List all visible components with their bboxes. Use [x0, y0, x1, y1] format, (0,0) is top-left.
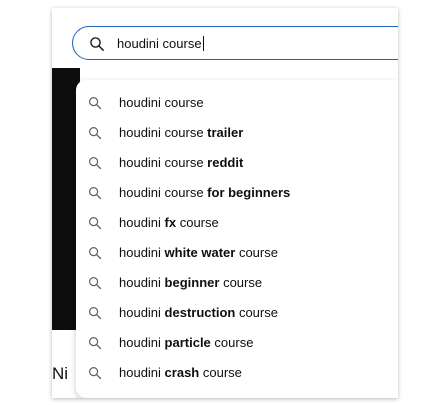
search-icon: [88, 336, 102, 350]
suggestion-segment: houdini: [119, 275, 165, 290]
screenshot-stage: Ni houdini course houdini course houdini …: [0, 0, 432, 405]
suggestion-segment: houdini course: [119, 185, 208, 200]
suggestion-segment: course: [210, 335, 254, 350]
suggestion-item[interactable]: houdini fx course: [76, 208, 398, 238]
text-caret: [202, 36, 204, 51]
suggestion-segment: course: [199, 365, 242, 380]
suggestion-text: houdini course: [119, 88, 204, 118]
suggestion-segment: houdini: [119, 215, 165, 230]
search-icon: [88, 306, 102, 320]
suggestion-highlight: particle: [164, 335, 211, 350]
suggestion-item[interactable]: houdini beginner course: [76, 268, 398, 298]
search-box[interactable]: houdini course: [72, 26, 398, 60]
suggestion-highlight: for beginners: [207, 185, 291, 200]
search-icon: [88, 246, 102, 260]
search-query-text: houdini course: [117, 36, 202, 51]
suggestion-segment: course: [176, 215, 219, 230]
search-input[interactable]: houdini course: [117, 34, 204, 54]
search-icon: [88, 366, 102, 380]
suggestions-dropdown: houdini course houdini course trailer houd…: [76, 80, 398, 398]
suggestion-segment: houdini: [119, 335, 165, 350]
suggestion-segment: course: [219, 275, 263, 290]
suggestion-text: houdini particle course: [119, 328, 253, 358]
suggestion-item[interactable]: houdini course reddit: [76, 148, 398, 178]
suggestion-segment: houdini course: [119, 155, 208, 170]
suggestion-item[interactable]: houdini destruction course: [76, 298, 398, 328]
video-title-partial[interactable]: Ni: [52, 364, 68, 384]
suggestion-highlight: crash: [164, 365, 200, 380]
suggestion-segment: course: [235, 305, 278, 320]
suggestion-highlight: trailer: [207, 125, 244, 140]
search-icon: [88, 126, 102, 140]
suggestion-item[interactable]: houdini course trailer: [76, 118, 398, 148]
suggestion-text: houdini fx course: [119, 208, 219, 238]
search-icon: [88, 276, 102, 290]
suggestion-text: houdini destruction course: [119, 298, 278, 328]
suggestion-segment: course: [235, 245, 278, 260]
browser-viewport: Ni houdini course houdini course houdini …: [52, 8, 398, 398]
suggestion-text: houdini course for beginners: [119, 178, 290, 208]
search-icon: [88, 96, 102, 110]
suggestion-item[interactable]: houdini course: [76, 88, 398, 118]
suggestion-highlight: destruction: [164, 305, 236, 320]
suggestion-text: houdini course reddit: [119, 148, 243, 178]
suggestion-segment: houdini course: [119, 95, 204, 110]
suggestion-highlight: reddit: [207, 155, 244, 170]
search-icon: [88, 156, 102, 170]
suggestion-highlight: white water: [164, 245, 236, 260]
suggestion-text: houdini beginner course: [119, 268, 262, 298]
suggestion-text: houdini crash course: [119, 358, 242, 388]
suggestion-item[interactable]: houdini crash course: [76, 358, 398, 388]
suggestion-segment: houdini: [119, 245, 165, 260]
suggestion-text: houdini white water course: [119, 238, 278, 268]
search-icon: [89, 36, 105, 52]
suggestion-segment: houdini: [119, 305, 165, 320]
search-icon: [88, 216, 102, 230]
suggestion-highlight: fx: [164, 215, 177, 230]
suggestion-item[interactable]: houdini course for beginners: [76, 178, 398, 208]
suggestion-item[interactable]: houdini particle course: [76, 328, 398, 358]
suggestion-highlight: beginner: [164, 275, 220, 290]
search-icon: [88, 186, 102, 200]
suggestion-item[interactable]: houdini white water course: [76, 238, 398, 268]
suggestion-segment: houdini: [119, 365, 165, 380]
suggestion-segment: houdini course: [119, 125, 208, 140]
suggestion-text: houdini course trailer: [119, 118, 243, 148]
